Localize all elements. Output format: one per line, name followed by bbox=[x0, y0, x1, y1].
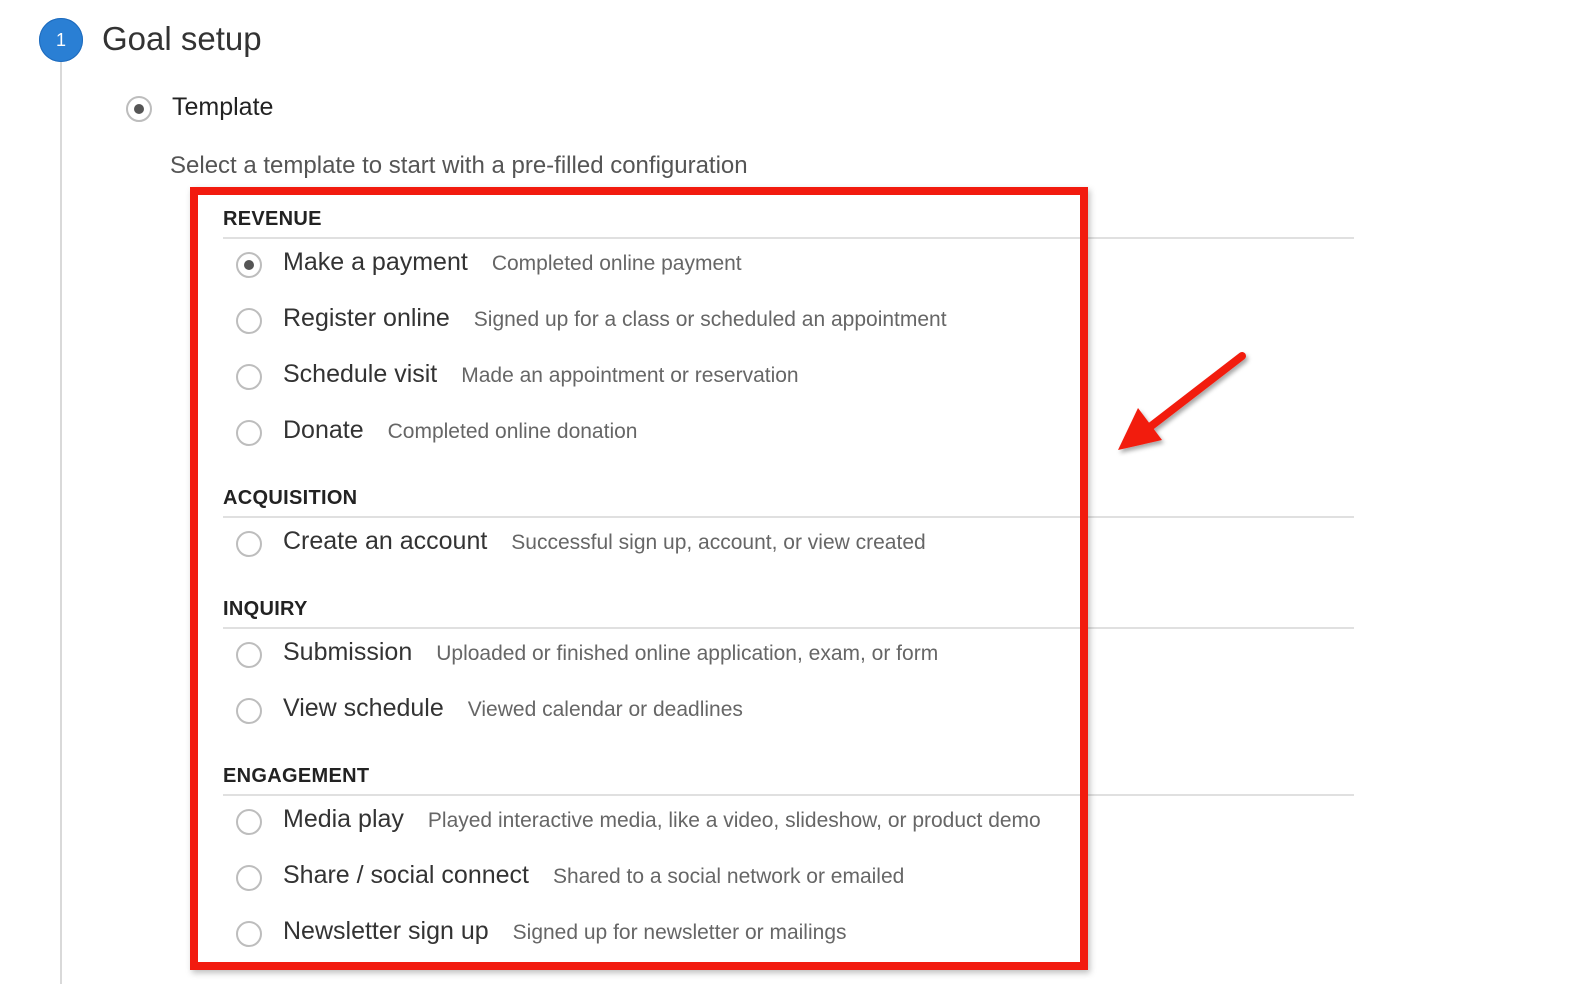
option-description: Completed online payment bbox=[491, 252, 742, 275]
option-description: Uploaded or finished online application,… bbox=[436, 642, 939, 665]
option-label: Share / social connect bbox=[283, 861, 529, 889]
option-label: Register online bbox=[283, 304, 450, 332]
section-divider bbox=[223, 516, 1354, 518]
option-radio[interactable] bbox=[236, 698, 262, 724]
option-radio[interactable] bbox=[236, 308, 262, 334]
option-radio[interactable] bbox=[236, 921, 262, 947]
section-divider bbox=[223, 237, 1354, 239]
template-option-schedule-visit[interactable]: Schedule visit Made an appointment or res… bbox=[212, 356, 1354, 400]
template-option-make-a-payment[interactable]: Make a payment Completed online payment bbox=[212, 244, 1354, 288]
section-divider bbox=[223, 794, 1354, 796]
template-option-submission[interactable]: Submission Uploaded or finished online ap… bbox=[212, 634, 1354, 678]
option-radio[interactable] bbox=[236, 364, 262, 390]
section-title: INQUIRY bbox=[223, 598, 328, 621]
option-radio[interactable] bbox=[236, 642, 262, 668]
template-option-create-an-account[interactable]: Create an account Successful sign up, acc… bbox=[212, 523, 1354, 567]
option-label: Donate bbox=[283, 416, 364, 444]
template-option-view-schedule[interactable]: View schedule Viewed calendar or deadline… bbox=[212, 690, 1354, 734]
option-label: Make a payment bbox=[283, 248, 468, 276]
option-label: Create an account bbox=[283, 527, 488, 555]
option-label: Schedule visit bbox=[283, 360, 438, 388]
template-list: REVENUE Make a payment Completed online p… bbox=[212, 196, 1354, 980]
option-description: Signed up for a class or scheduled an ap… bbox=[473, 308, 947, 331]
option-radio[interactable] bbox=[236, 865, 262, 891]
option-description: Made an appointment or reservation bbox=[461, 364, 799, 387]
template-option-media-play[interactable]: Media play Played interactive media, like… bbox=[212, 801, 1354, 845]
template-label[interactable]: Template bbox=[172, 93, 273, 122]
section-acquisition: ACQUISITION bbox=[212, 483, 1354, 518]
template-description: Select a template to start with a pre-fi… bbox=[170, 152, 748, 179]
option-radio[interactable] bbox=[236, 531, 262, 557]
section-revenue: REVENUE bbox=[212, 204, 1354, 239]
section-title: REVENUE bbox=[223, 208, 342, 231]
option-description: Viewed calendar or deadlines bbox=[467, 698, 743, 721]
step-number: 1 bbox=[55, 29, 66, 50]
option-label: Newsletter sign up bbox=[283, 917, 489, 945]
step-title: Goal setup bbox=[102, 20, 262, 57]
option-radio[interactable] bbox=[236, 809, 262, 835]
section-engagement: ENGAGEMENT bbox=[212, 761, 1354, 796]
step-number-badge: 1 bbox=[39, 18, 83, 62]
template-option-share-social-connect[interactable]: Share / social connect Shared to a social… bbox=[212, 857, 1354, 901]
section-title: ACQUISITION bbox=[223, 487, 378, 510]
option-radio[interactable] bbox=[236, 252, 262, 278]
section-title: ENGAGEMENT bbox=[223, 765, 390, 788]
option-label: Media play bbox=[283, 805, 404, 833]
template-option-donate[interactable]: Donate Completed online donation bbox=[212, 412, 1354, 456]
option-description: Successful sign up, account, or view cre… bbox=[511, 531, 926, 554]
option-label: Submission bbox=[283, 638, 413, 666]
section-divider bbox=[223, 627, 1354, 629]
option-description: Completed online donation bbox=[387, 420, 638, 443]
option-description: Shared to a social network or emailed bbox=[552, 865, 905, 888]
template-radio[interactable] bbox=[126, 96, 152, 122]
option-description: Played interactive media, like a video, … bbox=[427, 809, 1041, 832]
step-connector-line bbox=[60, 62, 62, 984]
template-option-register-online[interactable]: Register online Signed up for a class or … bbox=[212, 300, 1354, 344]
option-label: View schedule bbox=[283, 694, 444, 722]
template-option-newsletter-sign-up[interactable]: Newsletter sign up Signed up for newslett… bbox=[212, 913, 1354, 957]
option-description: Signed up for newsletter or mailings bbox=[512, 921, 847, 944]
section-inquiry: INQUIRY bbox=[212, 594, 1354, 629]
option-radio[interactable] bbox=[236, 420, 262, 446]
